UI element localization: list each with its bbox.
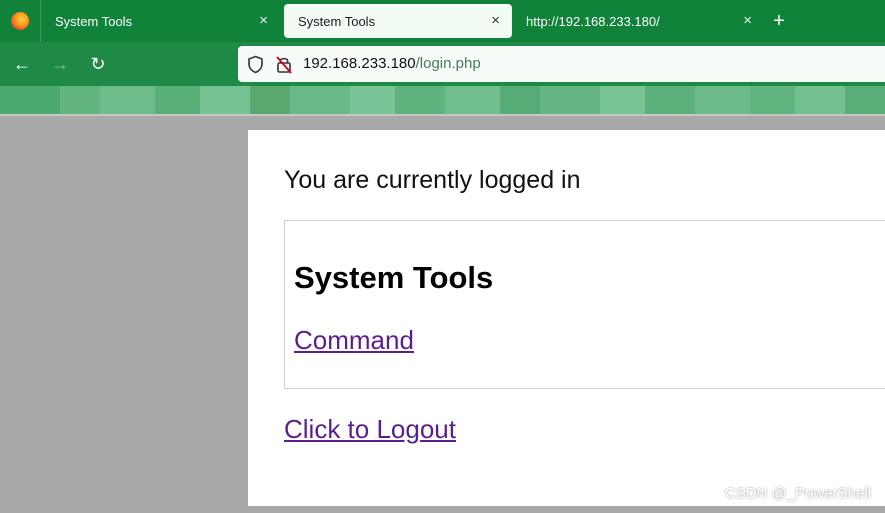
toolbar-divider: [0, 114, 885, 116]
login-status-text: You are currently logged in: [284, 166, 581, 194]
tab-label: http://192.168.233.180/: [526, 13, 660, 29]
tab-close-icon[interactable]: ×: [259, 11, 268, 31]
back-arrow-icon[interactable]: ←: [10, 52, 34, 76]
tracking-shield-icon[interactable]: [247, 55, 264, 74]
page-content: You are currently logged in System Tools…: [248, 130, 885, 506]
firefox-logo-icon: [11, 12, 29, 30]
url-host: 192.168.233.180: [303, 55, 416, 72]
forward-arrow-icon[interactable]: →: [48, 52, 72, 76]
reload-icon[interactable]: ↻: [86, 52, 110, 76]
command-link[interactable]: Command: [294, 325, 414, 356]
new-tab-button[interactable]: +: [764, 0, 794, 42]
firefox-menu-button[interactable]: [0, 0, 40, 42]
system-tools-heading: System Tools: [294, 260, 494, 295]
logout-link[interactable]: Click to Logout: [284, 414, 456, 445]
system-tools-panel: System Tools Command: [284, 220, 885, 389]
url-path: /login.php: [415, 55, 481, 72]
tab-ip-address[interactable]: http://192.168.233.180/ ×: [512, 0, 764, 42]
tab-close-icon[interactable]: ×: [491, 11, 500, 31]
csdn-watermark: CSDN @_PowerShell: [724, 485, 871, 502]
tab-system-tools-1[interactable]: System Tools ×: [40, 0, 280, 42]
tab-label: System Tools: [55, 13, 133, 29]
navigation-bar: ← → ↻ 192.168.233.180/login.php: [0, 42, 885, 86]
address-bar[interactable]: 192.168.233.180/login.php: [238, 46, 885, 82]
tab-system-tools-active[interactable]: System Tools ×: [284, 4, 512, 38]
insecure-lock-icon[interactable]: [276, 55, 292, 74]
url-text[interactable]: 192.168.233.180/login.php: [303, 55, 481, 72]
tab-bar: System Tools × System Tools × http://192…: [0, 0, 885, 42]
bookmarks-toolbar-blurred: [0, 86, 885, 114]
tab-label: System Tools: [298, 13, 376, 29]
tab-close-icon[interactable]: ×: [743, 11, 752, 31]
